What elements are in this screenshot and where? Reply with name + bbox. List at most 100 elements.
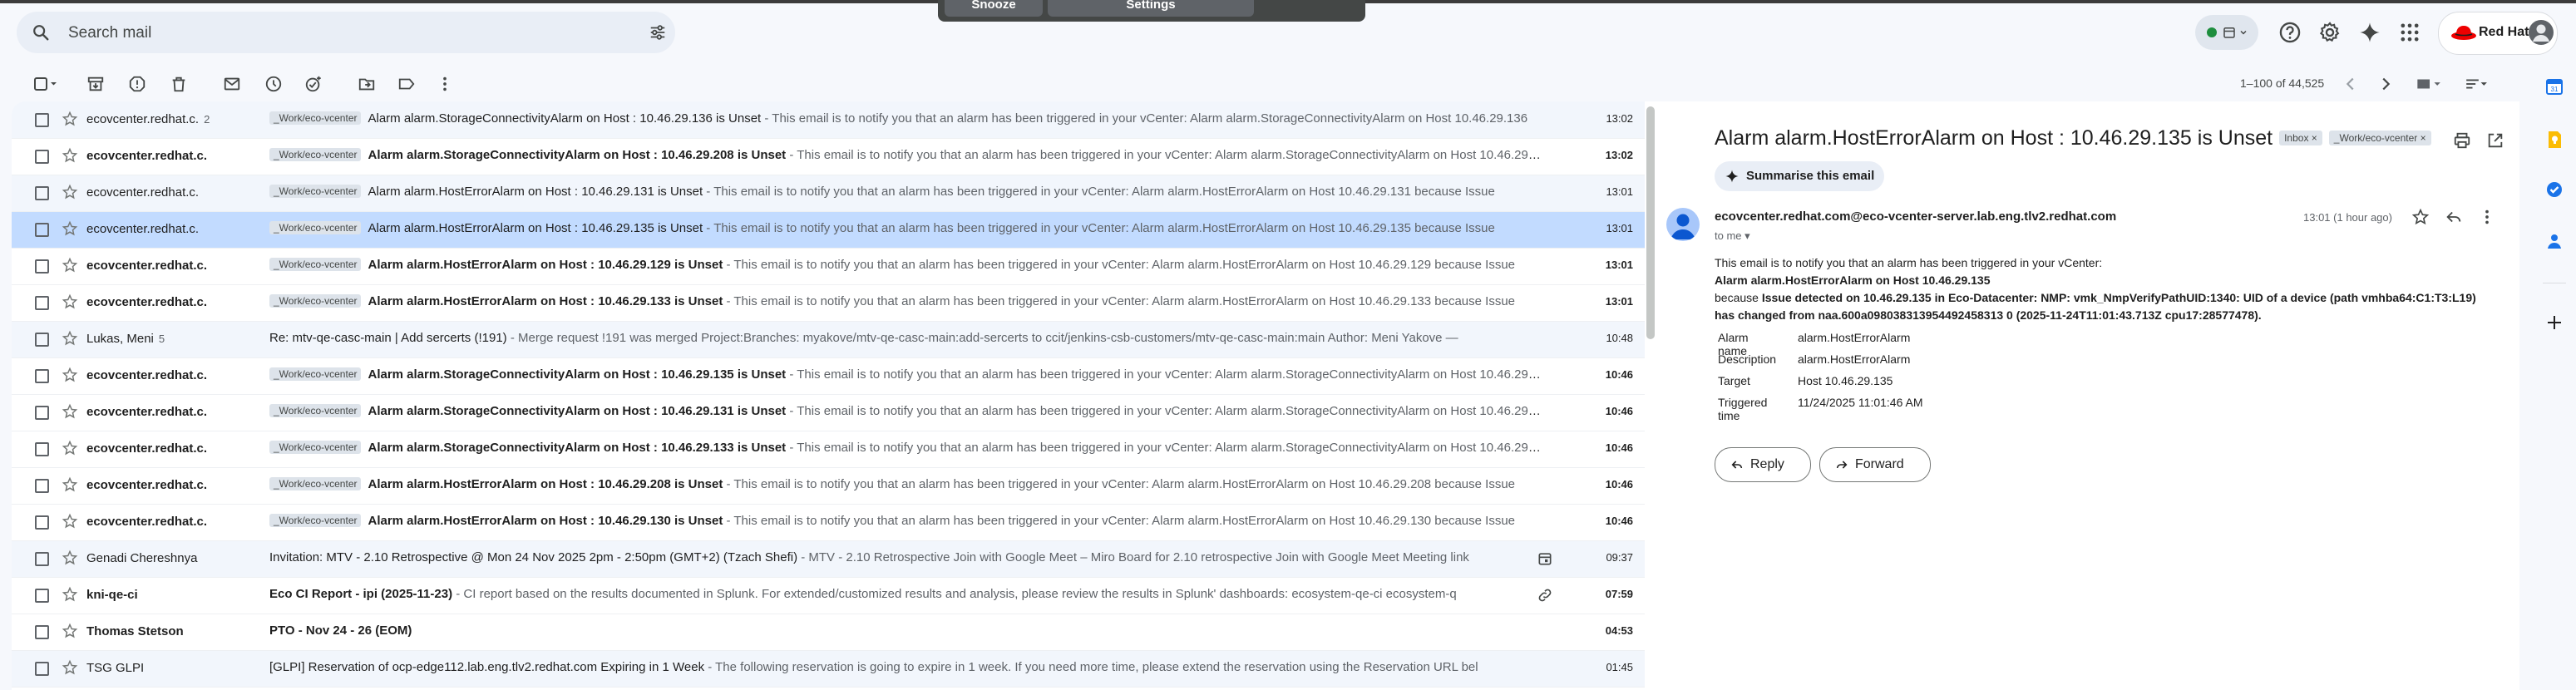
reply-button[interactable]: Reply — [1715, 447, 1811, 482]
star-icon[interactable] — [2411, 208, 2430, 226]
select-all-checkbox[interactable] — [33, 75, 58, 93]
report-spam-icon[interactable] — [128, 75, 146, 93]
table-row[interactable]: kni-qe-ci Eco CI Report - ipi (2025-11-23… — [12, 577, 1645, 614]
star-icon[interactable] — [62, 513, 78, 530]
label-chip[interactable]: _Work/eco-vcenter — [269, 148, 362, 161]
table-row[interactable]: ecovcenter.redhat.c. _Work/eco-vcenter Ala… — [12, 284, 1645, 322]
search-icon[interactable] — [32, 23, 50, 42]
row-checkbox[interactable] — [35, 150, 49, 164]
calendar-invite-icon[interactable] — [1537, 550, 1553, 567]
table-row[interactable]: TSG GLPI [GLPI] Reservation of ocp-edge11… — [12, 650, 1645, 688]
table-row[interactable]: Genadi Chereshnya Invitation: MTV - 2.10 … — [12, 540, 1645, 578]
apps-grid-icon[interactable] — [2398, 21, 2421, 44]
open-in-new-window-icon[interactable] — [2486, 131, 2504, 150]
table-row[interactable]: ecovcenter.redhat.c. _Work/eco-vcenter Ala… — [12, 175, 1645, 212]
star-icon[interactable] — [62, 220, 78, 237]
row-checkbox[interactable] — [35, 589, 49, 603]
row-checkbox[interactable] — [35, 479, 49, 493]
contacts-app-icon[interactable] — [2544, 231, 2564, 251]
star-icon[interactable] — [62, 147, 78, 164]
help-icon[interactable] — [2278, 21, 2302, 44]
star-icon[interactable] — [62, 330, 78, 347]
row-checkbox[interactable] — [35, 552, 49, 566]
add-icon[interactable] — [2544, 313, 2564, 333]
mark-as-unread-icon[interactable] — [223, 75, 241, 93]
table-row[interactable]: ecovcenter.redhat.c. 2 _Work/eco-vcenter Al… — [12, 101, 1645, 139]
star-icon[interactable] — [62, 257, 78, 274]
row-checkbox[interactable] — [35, 113, 49, 127]
star-icon[interactable] — [62, 440, 78, 456]
recipient-details[interactable]: to me ▾ — [1715, 229, 1750, 243]
row-checkbox[interactable] — [35, 186, 49, 200]
label-chip[interactable]: _Work/eco-vcenter — [269, 185, 362, 198]
search-input[interactable] — [67, 22, 602, 45]
account-switcher[interactable]: Red Hat — [2438, 12, 2558, 55]
star-icon[interactable] — [62, 550, 78, 566]
settings-button[interactable]: Settings — [1048, 0, 1254, 17]
mail-list-scrollbar[interactable] — [1646, 106, 1655, 339]
row-checkbox[interactable] — [35, 369, 49, 383]
split-pane-toggle-icon[interactable] — [2415, 75, 2445, 93]
row-checkbox[interactable] — [35, 259, 49, 274]
avatar[interactable] — [2529, 20, 2554, 45]
filter-options-icon[interactable] — [649, 23, 667, 42]
delete-icon[interactable] — [170, 75, 188, 93]
status-indicator[interactable] — [2195, 15, 2258, 50]
label-chip-work[interactable]: _Work/eco-vcenter × — [2328, 131, 2431, 145]
star-icon[interactable] — [62, 367, 78, 383]
table-row[interactable]: ecovcenter.redhat.c. _Work/eco-vcenter Ala… — [12, 211, 1645, 249]
snooze-button[interactable]: Snooze — [945, 0, 1043, 17]
label-chip[interactable]: _Work/eco-vcenter — [269, 441, 362, 454]
row-checkbox[interactable] — [35, 515, 49, 530]
row-checkbox[interactable] — [35, 406, 49, 420]
add-to-tasks-icon[interactable] — [304, 75, 323, 93]
chevron-left-icon[interactable] — [2342, 75, 2360, 93]
table-row[interactable]: ecovcenter.redhat.c. _Work/eco-vcenter Ala… — [12, 504, 1645, 541]
row-checkbox[interactable] — [35, 662, 49, 676]
label-chip[interactable]: _Work/eco-vcenter — [269, 367, 362, 381]
table-row[interactable]: ecovcenter.redhat.c. _Work/eco-vcenter Ala… — [12, 357, 1645, 395]
star-icon[interactable] — [62, 293, 78, 310]
table-row[interactable]: ecovcenter.redhat.c. _Work/eco-vcenter Ala… — [12, 431, 1645, 468]
row-checkbox[interactable] — [35, 223, 49, 237]
print-icon[interactable] — [2453, 131, 2471, 150]
label-chip-inbox[interactable]: Inbox × — [2279, 131, 2322, 145]
table-row[interactable]: ecovcenter.redhat.c. _Work/eco-vcenter Ala… — [12, 248, 1645, 285]
message-more-icon[interactable] — [2478, 208, 2496, 226]
link-icon[interactable] — [1537, 587, 1553, 604]
star-icon[interactable] — [62, 586, 78, 603]
table-row[interactable]: ecovcenter.redhat.c. _Work/eco-vcenter Ala… — [12, 467, 1645, 505]
display-density-icon[interactable] — [2463, 75, 2491, 93]
forward-button[interactable]: Forward — [1819, 447, 1931, 482]
label-chip[interactable]: _Work/eco-vcenter — [269, 404, 362, 417]
calendar-app-icon[interactable]: 31 — [2544, 76, 2564, 96]
table-row[interactable]: ecovcenter.redhat.c. _Work/eco-vcenter Ala… — [12, 138, 1645, 175]
row-checkbox[interactable] — [35, 333, 49, 347]
label-icon[interactable] — [397, 75, 416, 93]
more-vert-icon[interactable] — [436, 75, 454, 93]
star-icon[interactable] — [62, 623, 78, 639]
keep-app-icon[interactable] — [2544, 130, 2564, 150]
label-chip[interactable]: _Work/eco-vcenter — [269, 111, 362, 125]
tasks-app-icon[interactable] — [2544, 180, 2564, 200]
label-chip[interactable]: _Work/eco-vcenter — [269, 477, 362, 490]
star-icon[interactable] — [62, 184, 78, 200]
chevron-right-icon[interactable] — [2376, 75, 2395, 93]
label-chip[interactable]: _Work/eco-vcenter — [269, 294, 362, 308]
table-row[interactable]: Lukas, Meni 5 Re: mtv-qe-casc-main | Add s… — [12, 321, 1645, 358]
snooze-clock-icon[interactable] — [264, 75, 283, 93]
star-icon[interactable] — [62, 111, 78, 127]
star-icon[interactable] — [62, 476, 78, 493]
label-chip[interactable]: _Work/eco-vcenter — [269, 258, 362, 271]
label-chip[interactable]: _Work/eco-vcenter — [269, 221, 362, 234]
settings-gear-icon[interactable] — [2318, 21, 2342, 44]
archive-icon[interactable] — [86, 75, 105, 93]
star-icon[interactable] — [62, 403, 78, 420]
row-checkbox[interactable] — [35, 442, 49, 456]
row-checkbox[interactable] — [35, 296, 49, 310]
sender-email[interactable]: ecovcenter.redhat.com@eco-vcenter-server… — [1715, 209, 2116, 224]
label-chip[interactable]: _Work/eco-vcenter — [269, 514, 362, 527]
gemini-sparkle-icon[interactable] — [2358, 21, 2381, 44]
table-row[interactable]: ecovcenter.redhat.c. _Work/eco-vcenter Ala… — [12, 394, 1645, 431]
row-checkbox[interactable] — [35, 625, 49, 639]
